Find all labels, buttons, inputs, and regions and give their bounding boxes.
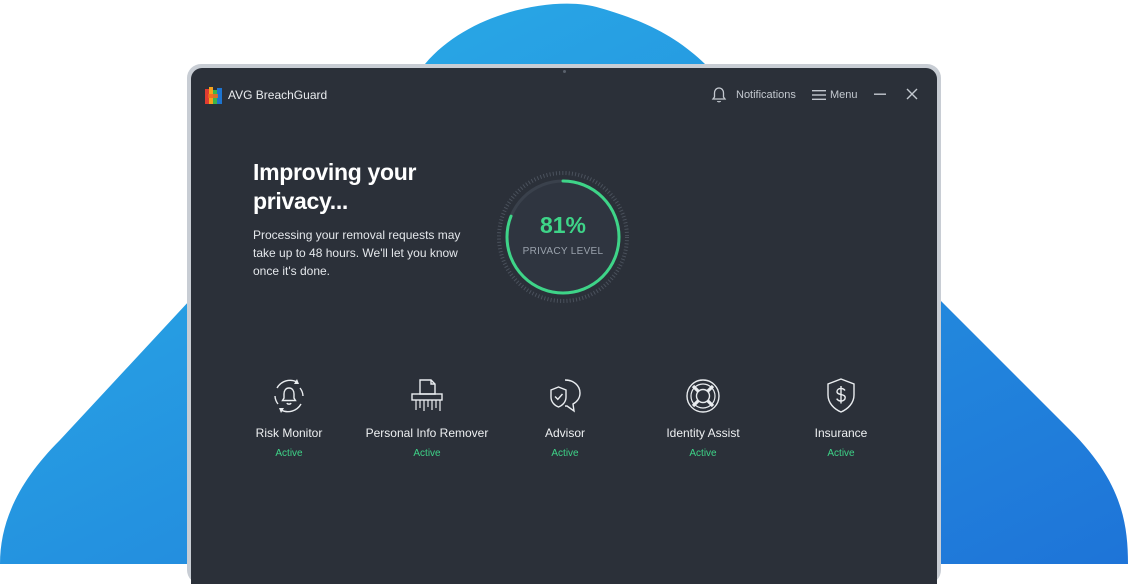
minimize-icon[interactable]	[873, 87, 887, 101]
chat-shield-icon	[550, 379, 581, 413]
feature-status: Active	[689, 448, 717, 459]
feature-status: Active	[827, 448, 855, 459]
lifebuoy-icon	[686, 379, 720, 413]
shredder-icon	[411, 379, 443, 411]
bell-radar-icon	[274, 379, 304, 413]
feature-name: Identity Assist	[666, 426, 740, 440]
notifications-button[interactable]: Notifications	[736, 89, 796, 101]
laptop-frame: AVG BreachGuard Notifications Menu Impro…	[187, 64, 941, 584]
feature-name: Risk Monitor	[255, 426, 323, 440]
feature-name: Personal Info Remover	[365, 426, 489, 440]
hamburger-menu-icon[interactable]	[812, 89, 826, 101]
camera-dot	[562, 70, 566, 73]
feature-name: Insurance	[814, 426, 868, 440]
menu-button[interactable]: Menu	[830, 89, 858, 101]
title-bar: AVG BreachGuard Notifications Menu	[193, 76, 935, 114]
notification-bell-icon[interactable]	[711, 86, 727, 104]
feature-risk-monitor[interactable]: Risk Monitor Active	[214, 376, 364, 459]
shield-dollar-icon	[827, 378, 855, 413]
feature-status: Active	[275, 448, 303, 459]
feature-advisor[interactable]: Advisor Active	[490, 376, 640, 459]
privacy-percent: 81%	[539, 212, 587, 238]
feature-name: Advisor	[544, 426, 585, 440]
feature-status: Active	[551, 448, 579, 459]
app-title: AVG BreachGuard	[228, 88, 328, 102]
feature-personal-info-remover[interactable]: Personal Info Remover Active	[352, 376, 502, 459]
feature-insurance[interactable]: Insurance Active	[766, 376, 916, 459]
privacy-level-label: PRIVACY LEVEL	[522, 246, 604, 257]
close-icon[interactable]	[905, 87, 919, 101]
feature-identity-assist[interactable]: Identity Assist Active	[628, 376, 778, 459]
screen-bezel: AVG BreachGuard Notifications Menu Impro…	[191, 68, 937, 584]
feature-status: Active	[413, 448, 441, 459]
app-window: AVG BreachGuard Notifications Menu Impro…	[193, 76, 935, 584]
status-description: Processing your removal requests may tak…	[253, 228, 461, 278]
page-title: Improving your privacy...	[253, 159, 417, 214]
avg-logo-icon	[205, 87, 222, 104]
